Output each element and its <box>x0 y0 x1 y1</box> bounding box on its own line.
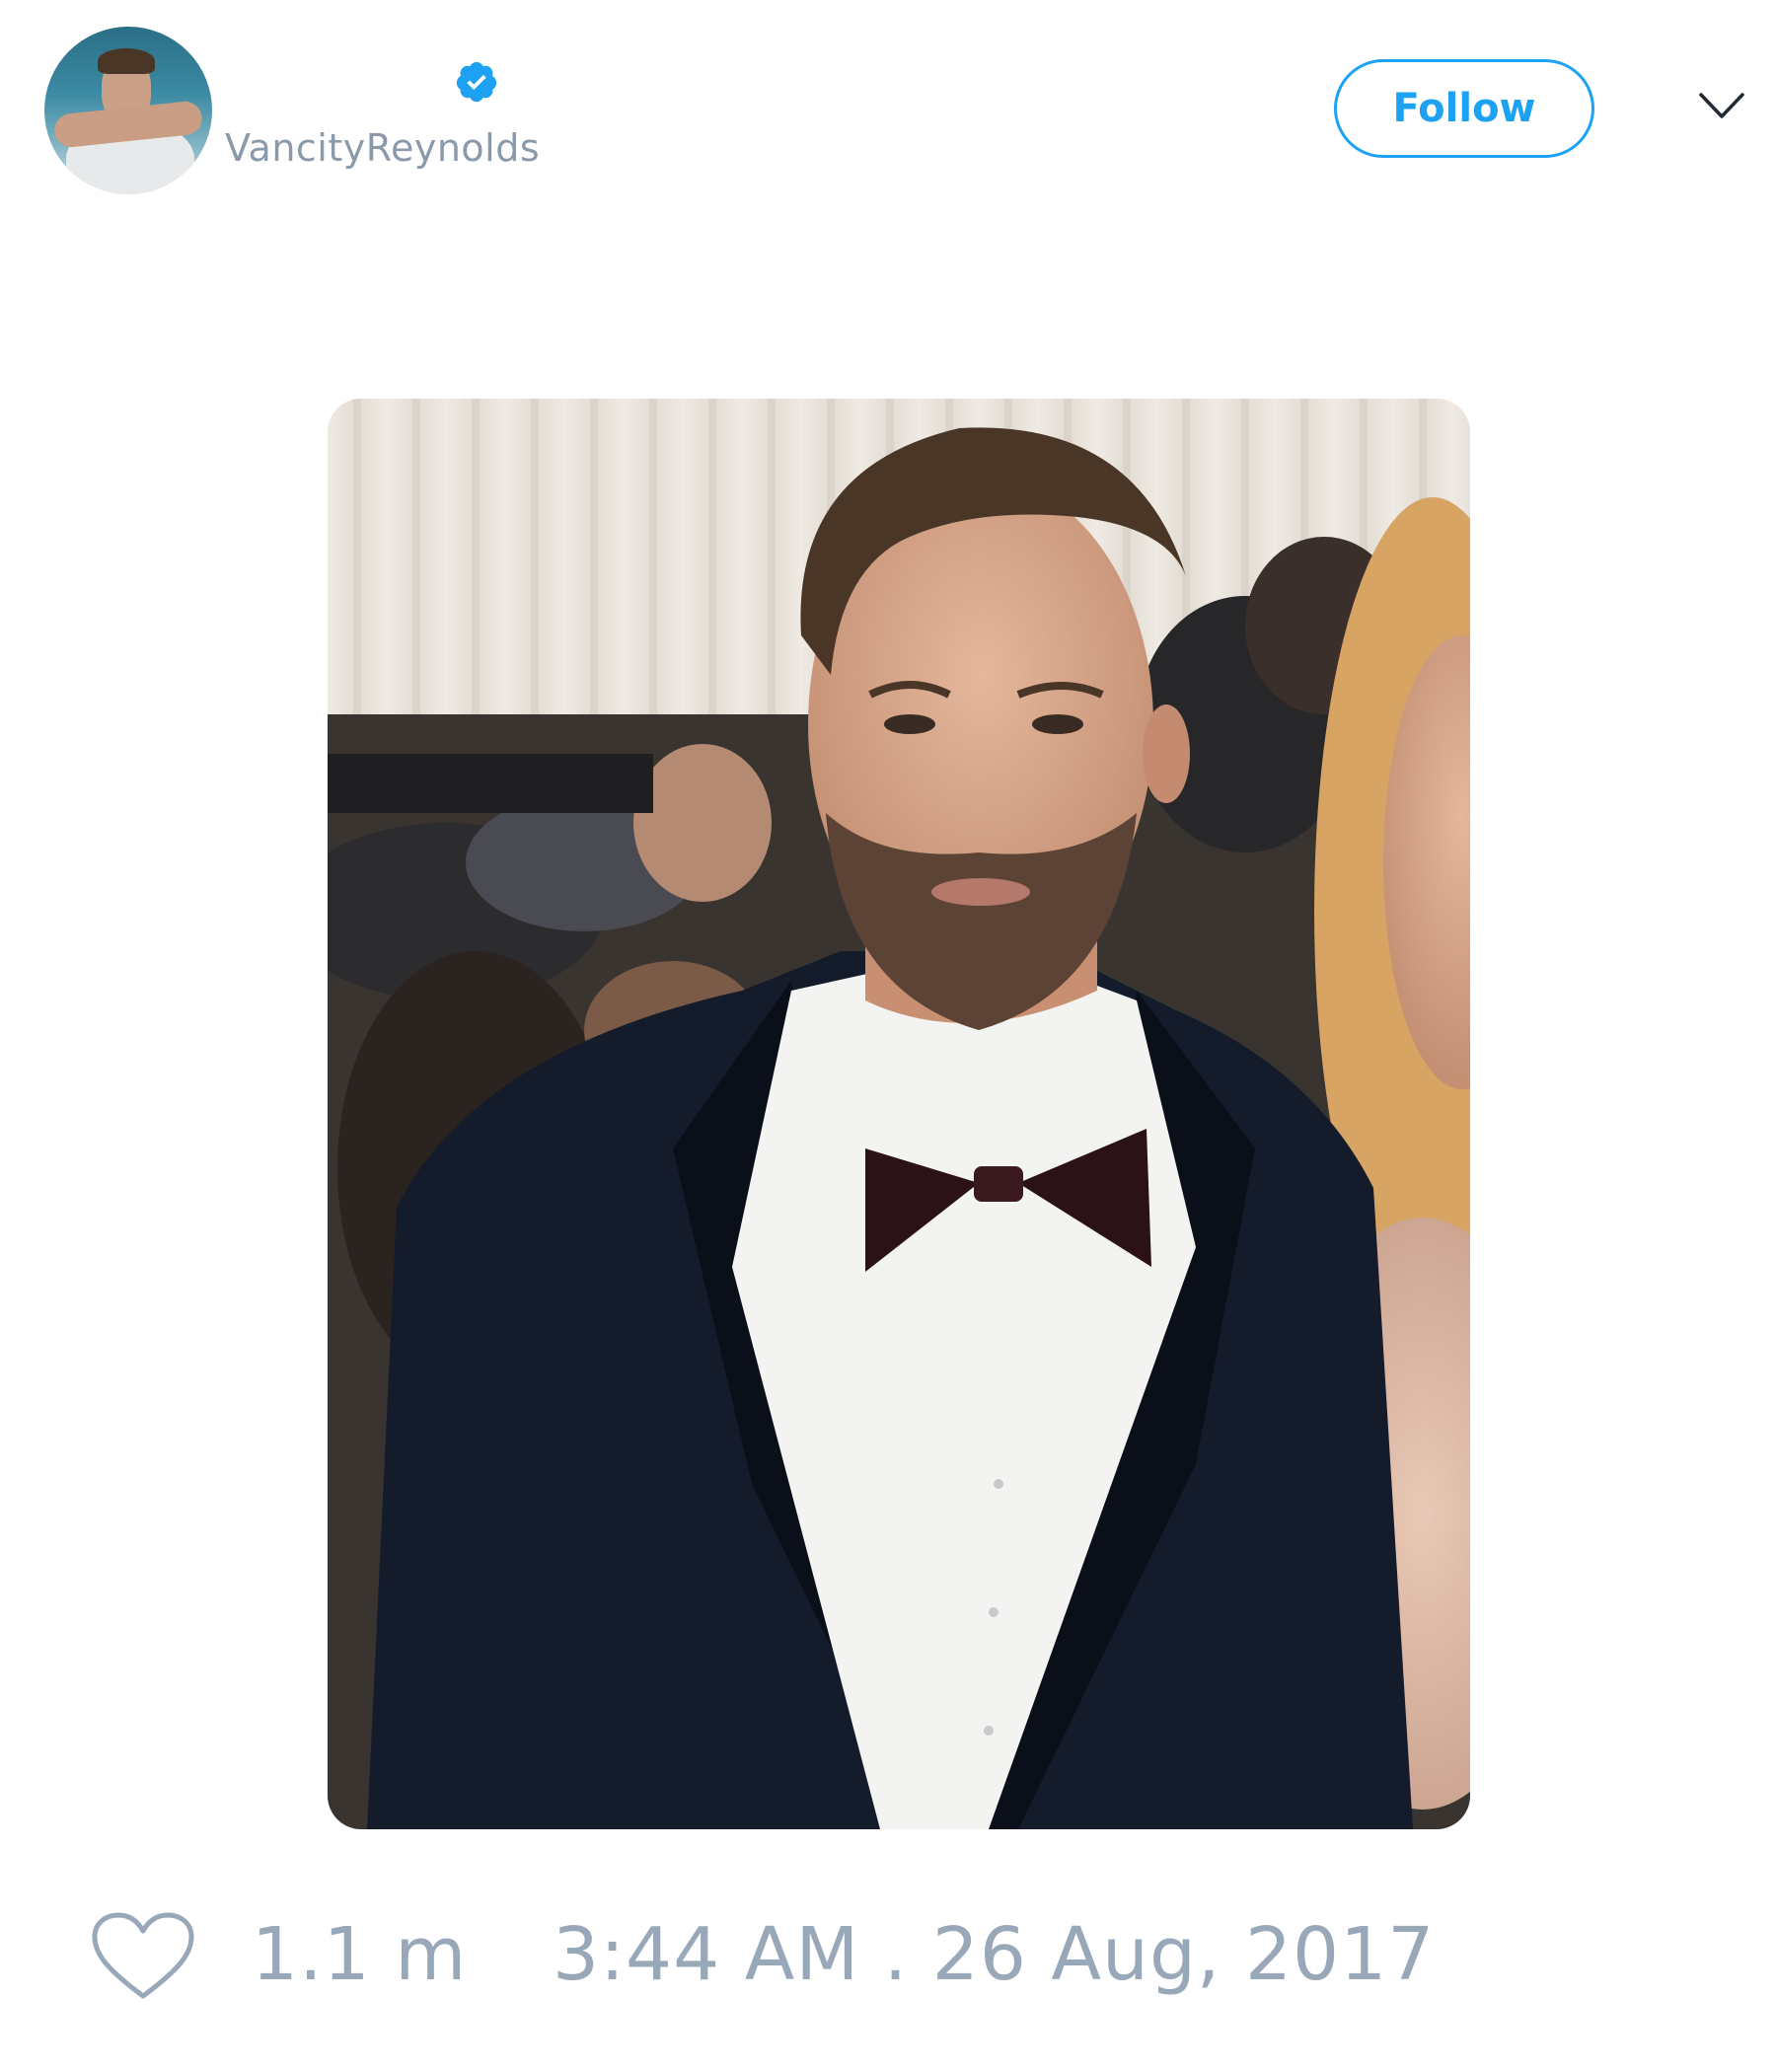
heart-icon[interactable] <box>89 1909 197 2004</box>
chevron-down-icon[interactable] <box>1697 89 1746 122</box>
tweet-photo[interactable] <box>328 399 1470 1829</box>
tweet-timestamp[interactable]: 3:44 AM . 26 Aug, 2017 <box>553 1912 1435 1997</box>
verified-badge-icon <box>456 61 497 103</box>
avatar-hair <box>98 48 155 74</box>
tweet-photo-image <box>328 399 1470 1829</box>
follow-button[interactable]: Follow <box>1334 59 1594 158</box>
avatar[interactable] <box>44 27 212 194</box>
tweet-card: VancityReynolds Follow 1.1 m 3:44 AM . 2… <box>0 0 1776 2072</box>
author-handle[interactable]: VancityReynolds <box>225 126 540 170</box>
likes-count: 1.1 m <box>252 1912 468 1997</box>
